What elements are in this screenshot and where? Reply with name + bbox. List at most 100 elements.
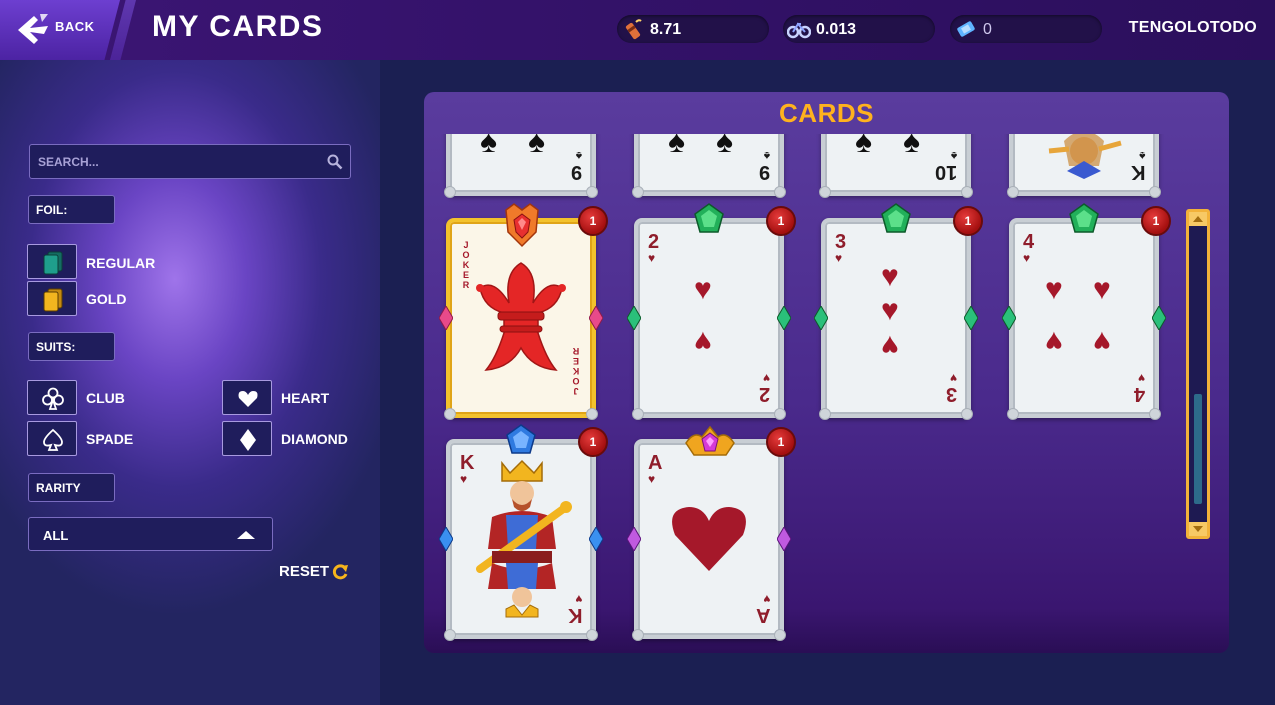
green-gem-icon xyxy=(694,203,724,233)
joker-label-top: JOKER xyxy=(462,240,470,290)
foil-gold-checkbox[interactable] xyxy=(27,281,77,316)
card-2-heart[interactable]: 2 ♥ ♥ ♥ 2 ♥ 1 xyxy=(627,203,796,420)
card-rank: 3 ♥ xyxy=(945,371,957,405)
card-9-spade[interactable]: ♠ ♠ 9 ♠ xyxy=(444,134,598,198)
green-gem-icon xyxy=(1069,203,1099,233)
card-3-heart[interactable]: 3 ♥ ♥ ♥ ♥ 3 ♥ 1 xyxy=(814,203,983,420)
blue-side-gem-icon xyxy=(589,527,603,551)
scrollbar-thumb[interactable] xyxy=(1194,394,1202,504)
search-input[interactable] xyxy=(30,145,310,178)
spade-pip-icon: ♠ xyxy=(716,134,733,159)
heart-icon xyxy=(238,391,258,407)
stat-ticket: 0 xyxy=(950,15,1102,43)
pink-side-gem-icon xyxy=(439,306,453,330)
card-count-badge: 1 xyxy=(578,427,608,457)
joker-label-bottom: JOKER xyxy=(572,346,580,396)
card-rank: A ♥ xyxy=(755,592,770,626)
card-rank: 10 ♠ xyxy=(934,149,957,183)
chevron-up-icon xyxy=(237,531,255,539)
suit-club-checkbox[interactable] xyxy=(27,380,77,415)
suit-diamond-checkbox[interactable] xyxy=(222,421,272,456)
ticket-icon xyxy=(957,21,975,37)
spade-icon xyxy=(43,428,63,451)
card-rank: 4 ♥ xyxy=(1133,371,1145,405)
reset-button[interactable]: RESET xyxy=(279,563,348,580)
card-rank: 3 ♥ xyxy=(835,231,847,265)
page-title: MY CARDS xyxy=(152,10,324,43)
card-rank: 9 ♠ xyxy=(570,149,582,183)
suit-heart-label: HEART xyxy=(281,390,330,406)
suit-club-label: CLUB xyxy=(86,390,125,406)
card-count-badge: 1 xyxy=(766,427,796,457)
card-rank: 2 ♥ xyxy=(648,231,660,265)
blue-gem-icon xyxy=(506,424,536,454)
card-4-heart[interactable]: 4 ♥ ♥ ♥ ♥ ♥ 4 ♥ 1 xyxy=(1002,203,1171,420)
card-count-badge: 1 xyxy=(578,206,608,236)
diamond-icon xyxy=(240,429,256,451)
card-grid: ♠ ♠ 9 ♠ ♠ ♠ 9 ♠ ♠ ♠ 10 ♠ K ♠ J O K E R J… xyxy=(438,134,1178,653)
heart-pip-icon: ♥ xyxy=(881,294,899,327)
suit-spade-label: SPADE xyxy=(86,431,134,447)
green-side-gem-icon xyxy=(964,306,978,330)
heart-pip-icon: ♥ xyxy=(1045,325,1063,358)
card-a-heart[interactable]: A ♥ A ♥ 1 xyxy=(627,425,796,641)
card-rank: 2 ♥ xyxy=(758,371,770,405)
cards-scrollbar[interactable] xyxy=(1186,209,1210,539)
green-side-gem-icon xyxy=(814,306,828,330)
foil-regular-checkbox[interactable] xyxy=(27,244,77,279)
foil-heading: FOIL: xyxy=(28,195,115,224)
bicycle-token-icon xyxy=(787,22,811,39)
search-icon[interactable] xyxy=(327,154,343,170)
scroll-up-arrow-icon[interactable] xyxy=(1189,212,1207,226)
back-button[interactable]: BACK xyxy=(0,0,120,60)
dynamite-icon xyxy=(625,19,642,40)
card-9-spade[interactable]: ♠ ♠ 9 ♠ xyxy=(632,134,786,198)
card-count-badge: 1 xyxy=(766,206,796,236)
large-heart-icon xyxy=(672,507,746,571)
card-joker[interactable]: JOKER JOKER 1 xyxy=(439,203,608,420)
stat-dynamite: 8.71 xyxy=(617,15,769,43)
card-k-spade[interactable]: K ♠ xyxy=(1007,134,1161,198)
rarity-dropdown[interactable]: ALL xyxy=(28,517,273,551)
heart-pip-icon: ♥ xyxy=(881,260,899,293)
pink-side-gem-icon xyxy=(589,306,603,330)
green-side-gem-icon xyxy=(1002,306,1016,330)
card-rank: A ♥ xyxy=(648,452,663,486)
reset-label: RESET xyxy=(279,563,330,580)
filter-panel: FOIL: REGULAR GOLD SUITS: CLUB HEART xyxy=(0,60,380,705)
king-portrait-icon xyxy=(476,459,572,618)
heart-pip-icon: ♥ xyxy=(694,273,712,306)
card-k-heart[interactable]: K ♥ K ♥ 1 xyxy=(439,424,608,641)
card-10-spade[interactable]: ♠ ♠ 10 ♠ xyxy=(819,134,973,198)
card-rank: K ♥ xyxy=(567,592,582,626)
suit-heart-checkbox[interactable] xyxy=(222,380,272,415)
card-count-badge: 1 xyxy=(953,206,983,236)
stat-dynamite-value: 8.71 xyxy=(650,21,682,38)
green-gem-icon xyxy=(881,203,911,233)
rarity-selected-value: ALL xyxy=(43,528,69,543)
scroll-down-arrow-icon[interactable] xyxy=(1189,522,1207,536)
purple-side-gem-icon xyxy=(777,527,791,551)
foil-gold-label: GOLD xyxy=(86,291,127,307)
spade-pip-icon: ♠ xyxy=(480,134,497,159)
spade-pip-icon: ♠ xyxy=(668,134,685,159)
username[interactable]: TENGOLOTODO xyxy=(1129,19,1257,37)
card-rank: K ♠ xyxy=(1130,149,1145,183)
rarity-heading: RARITY xyxy=(28,473,115,502)
pink-crown-gem-icon xyxy=(685,425,735,456)
king-portrait-icon xyxy=(1048,134,1122,179)
suit-diamond-label: DIAMOND xyxy=(281,431,348,447)
spade-pip-icon: ♠ xyxy=(528,134,545,159)
card-rank: 9 ♠ xyxy=(758,149,770,183)
heart-pip-icon: ♥ xyxy=(694,325,712,358)
spade-pip-icon: ♠ xyxy=(903,134,920,159)
red-crown-gem-icon xyxy=(505,203,539,248)
card-rank: 4 ♥ xyxy=(1023,231,1035,265)
suit-spade-checkbox[interactable] xyxy=(27,421,77,456)
spade-pip-icon: ♠ xyxy=(855,134,872,159)
green-side-gem-icon xyxy=(1152,306,1166,330)
heart-pip-icon: ♥ xyxy=(1093,325,1111,358)
heart-pip-icon: ♥ xyxy=(1093,273,1111,306)
top-bar: BACK MY CARDS 8.71 0.013 0 TENGOLOTODO xyxy=(0,0,1275,60)
gold-card-icon xyxy=(43,288,63,312)
